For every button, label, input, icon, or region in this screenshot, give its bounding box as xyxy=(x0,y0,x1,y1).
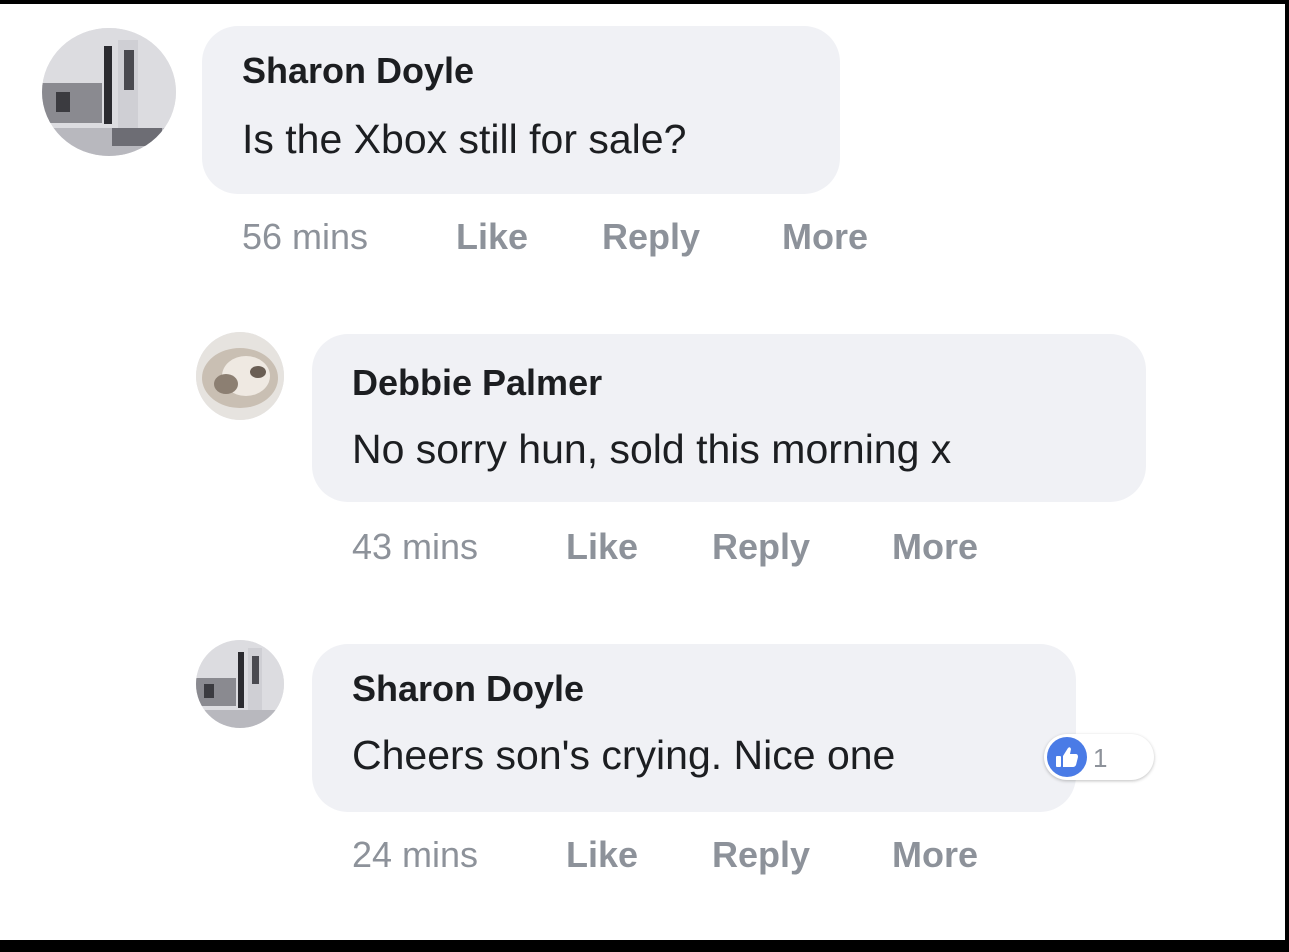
comment-author[interactable]: Sharon Doyle xyxy=(242,50,474,92)
comment-bubble: Sharon Doyle Is the Xbox still for sale? xyxy=(202,26,840,194)
comment-bubble: Debbie Palmer No sorry hun, sold this mo… xyxy=(312,334,1146,502)
comment-actions: 43 mins Like Reply More xyxy=(352,526,1052,570)
avatar[interactable] xyxy=(196,640,284,728)
like-link[interactable]: Like xyxy=(566,834,638,876)
comment-timestamp[interactable]: 43 mins xyxy=(352,526,478,568)
top-border xyxy=(0,0,1289,4)
more-link[interactable]: More xyxy=(782,216,868,258)
reply-link[interactable]: Reply xyxy=(602,216,700,258)
comment-timestamp[interactable]: 24 mins xyxy=(352,834,478,876)
comment-actions: 24 mins Like Reply More xyxy=(352,834,1052,878)
comment-text: Cheers son's crying. Nice one xyxy=(352,732,896,778)
comment-text: No sorry hun, sold this morning x xyxy=(352,426,952,472)
reply-link[interactable]: Reply xyxy=(712,834,810,876)
reaction-badge[interactable]: 1 xyxy=(1044,734,1154,780)
bottom-border xyxy=(0,940,1289,952)
comment-author[interactable]: Debbie Palmer xyxy=(352,362,602,404)
more-link[interactable]: More xyxy=(892,526,978,568)
more-link[interactable]: More xyxy=(892,834,978,876)
comment-text: Is the Xbox still for sale? xyxy=(242,116,687,162)
avatar[interactable] xyxy=(42,28,176,156)
right-border xyxy=(1285,0,1289,952)
comment-author[interactable]: Sharon Doyle xyxy=(352,668,584,710)
avatar[interactable] xyxy=(196,332,284,420)
like-link[interactable]: Like xyxy=(456,216,528,258)
reaction-count: 1 xyxy=(1093,743,1108,773)
thumbs-up-icon xyxy=(1047,737,1087,777)
comment-timestamp[interactable]: 56 mins xyxy=(242,216,368,258)
comment-bubble: Sharon Doyle Cheers son's crying. Nice o… xyxy=(312,644,1076,812)
reply-link[interactable]: Reply xyxy=(712,526,810,568)
like-link[interactable]: Like xyxy=(566,526,638,568)
comment-actions: 56 mins Like Reply More xyxy=(242,216,942,260)
